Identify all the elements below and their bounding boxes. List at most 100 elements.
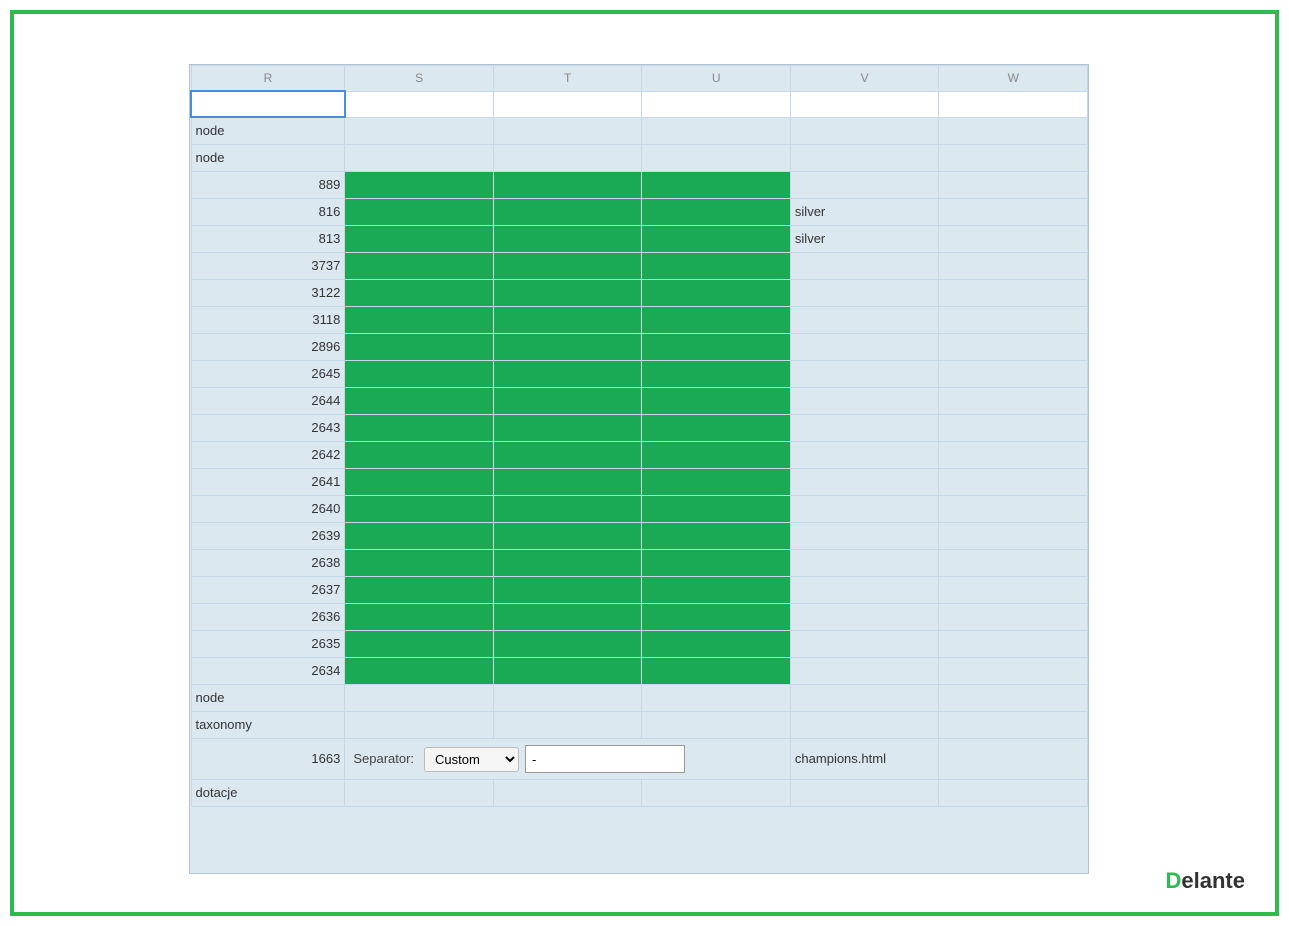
table-cell[interactable] xyxy=(939,117,1088,145)
table-cell[interactable] xyxy=(345,145,494,172)
table-cell[interactable]: ch… xyxy=(642,226,791,253)
table-cell[interactable] xyxy=(939,658,1088,685)
table-cell[interactable] xyxy=(939,469,1088,496)
table-cell[interactable] xyxy=(939,577,1088,604)
table-cell[interactable] xyxy=(642,780,791,807)
table-cell[interactable] xyxy=(345,712,494,739)
col-header-v[interactable]: V xyxy=(790,66,939,92)
table-cell[interactable] xyxy=(345,91,494,117)
table-cell[interactable]: u… xyxy=(493,550,642,577)
table-cell[interactable] xyxy=(642,415,791,442)
table-cell[interactable] xyxy=(790,685,939,712)
table-cell[interactable]: c… xyxy=(493,496,642,523)
table-cell[interactable] xyxy=(642,712,791,739)
table-cell[interactable] xyxy=(939,145,1088,172)
table-cell[interactable]: node xyxy=(191,685,345,712)
table-cell[interactable]: fl… xyxy=(345,226,494,253)
table-cell[interactable]: li… xyxy=(493,604,642,631)
table-cell[interactable] xyxy=(939,226,1088,253)
table-cell[interactable]: c… xyxy=(493,415,642,442)
table-cell[interactable] xyxy=(939,685,1088,712)
table-cell[interactable]: 3737 xyxy=(191,253,345,280)
table-cell[interactable] xyxy=(790,172,939,199)
table-cell[interactable]: c… xyxy=(345,280,494,307)
table-cell[interactable] xyxy=(493,145,642,172)
table-cell[interactable]: d… xyxy=(345,523,494,550)
table-cell[interactable]: 2639 xyxy=(191,523,345,550)
col-header-t[interactable]: T xyxy=(493,66,642,92)
table-cell[interactable]: d… xyxy=(345,442,494,469)
table-cell[interactable] xyxy=(939,91,1088,117)
table-cell[interactable] xyxy=(790,388,939,415)
col-header-s[interactable]: S xyxy=(345,66,494,92)
table-cell[interactable] xyxy=(642,658,791,685)
table-cell[interactable] xyxy=(345,117,494,145)
table-cell[interactable]: node xyxy=(191,145,345,172)
table-cell[interactable]: 816 xyxy=(191,199,345,226)
table-cell[interactable] xyxy=(642,523,791,550)
table-cell[interactable]: d… xyxy=(345,388,494,415)
table-cell[interactable]: 2640 xyxy=(191,496,345,523)
table-cell[interactable] xyxy=(939,280,1088,307)
table-cell[interactable] xyxy=(790,550,939,577)
table-cell[interactable]: tu… xyxy=(493,658,642,685)
table-cell[interactable] xyxy=(790,658,939,685)
table-cell[interactable]: c… xyxy=(493,469,642,496)
table-cell[interactable] xyxy=(642,117,791,145)
table-cell[interactable]: 1663 xyxy=(191,739,345,780)
table-cell[interactable] xyxy=(642,361,791,388)
table-cell[interactable] xyxy=(642,685,791,712)
table-cell[interactable] xyxy=(790,496,939,523)
table-cell[interactable] xyxy=(642,253,791,280)
table-cell[interactable] xyxy=(939,780,1088,807)
table-cell[interactable]: 889 xyxy=(191,172,345,199)
selected-cell[interactable] xyxy=(191,91,345,117)
table-cell[interactable] xyxy=(642,550,791,577)
table-cell[interactable] xyxy=(939,739,1088,780)
table-cell[interactable] xyxy=(790,307,939,334)
col-header-w[interactable]: W xyxy=(939,66,1088,92)
table-cell[interactable]: fl… xyxy=(345,199,494,226)
table-cell[interactable] xyxy=(939,334,1088,361)
table-cell[interactable]: ro… xyxy=(493,172,642,199)
table-cell[interactable]: tu… xyxy=(493,226,642,253)
table-cell[interactable]: silver xyxy=(790,199,939,226)
table-cell[interactable] xyxy=(790,577,939,604)
table-cell[interactable]: c… xyxy=(493,523,642,550)
table-cell[interactable] xyxy=(790,604,939,631)
table-cell[interactable]: si… xyxy=(642,280,791,307)
table-cell[interactable] xyxy=(939,199,1088,226)
table-cell[interactable]: node xyxy=(191,117,345,145)
table-cell[interactable] xyxy=(493,117,642,145)
table-cell[interactable]: d… xyxy=(345,496,494,523)
table-cell[interactable] xyxy=(642,91,791,117)
table-cell[interactable] xyxy=(939,631,1088,658)
table-cell[interactable]: 2635 xyxy=(191,631,345,658)
table-cell[interactable] xyxy=(493,91,642,117)
table-cell[interactable]: 2636 xyxy=(191,604,345,631)
table-cell[interactable] xyxy=(642,631,791,658)
table-cell[interactable]: d… xyxy=(345,658,494,685)
table-cell[interactable] xyxy=(790,442,939,469)
table-cell[interactable] xyxy=(939,550,1088,577)
table-cell[interactable]: 2896 xyxy=(191,334,345,361)
table-cell[interactable] xyxy=(642,172,791,199)
table-cell[interactable]: 2642 xyxy=(191,442,345,469)
table-cell[interactable] xyxy=(790,780,939,807)
table-cell[interactable]: 2638 xyxy=(191,550,345,577)
table-cell[interactable]: 3122 xyxy=(191,280,345,307)
table-cell[interactable]: 3118 xyxy=(191,307,345,334)
table-cell[interactable] xyxy=(790,145,939,172)
col-header-u[interactable]: U xyxy=(642,66,791,92)
table-cell[interactable] xyxy=(790,334,939,361)
table-cell[interactable]: d… xyxy=(345,631,494,658)
table-cell[interactable] xyxy=(939,604,1088,631)
table-cell[interactable]: 2634 xyxy=(191,658,345,685)
table-cell[interactable] xyxy=(939,172,1088,199)
table-cell[interactable]: d… xyxy=(345,550,494,577)
table-cell[interactable] xyxy=(790,253,939,280)
separator-input[interactable] xyxy=(525,745,685,773)
col-header-r[interactable]: R xyxy=(191,66,345,92)
table-cell[interactable] xyxy=(939,442,1088,469)
table-cell[interactable]: d… xyxy=(345,415,494,442)
